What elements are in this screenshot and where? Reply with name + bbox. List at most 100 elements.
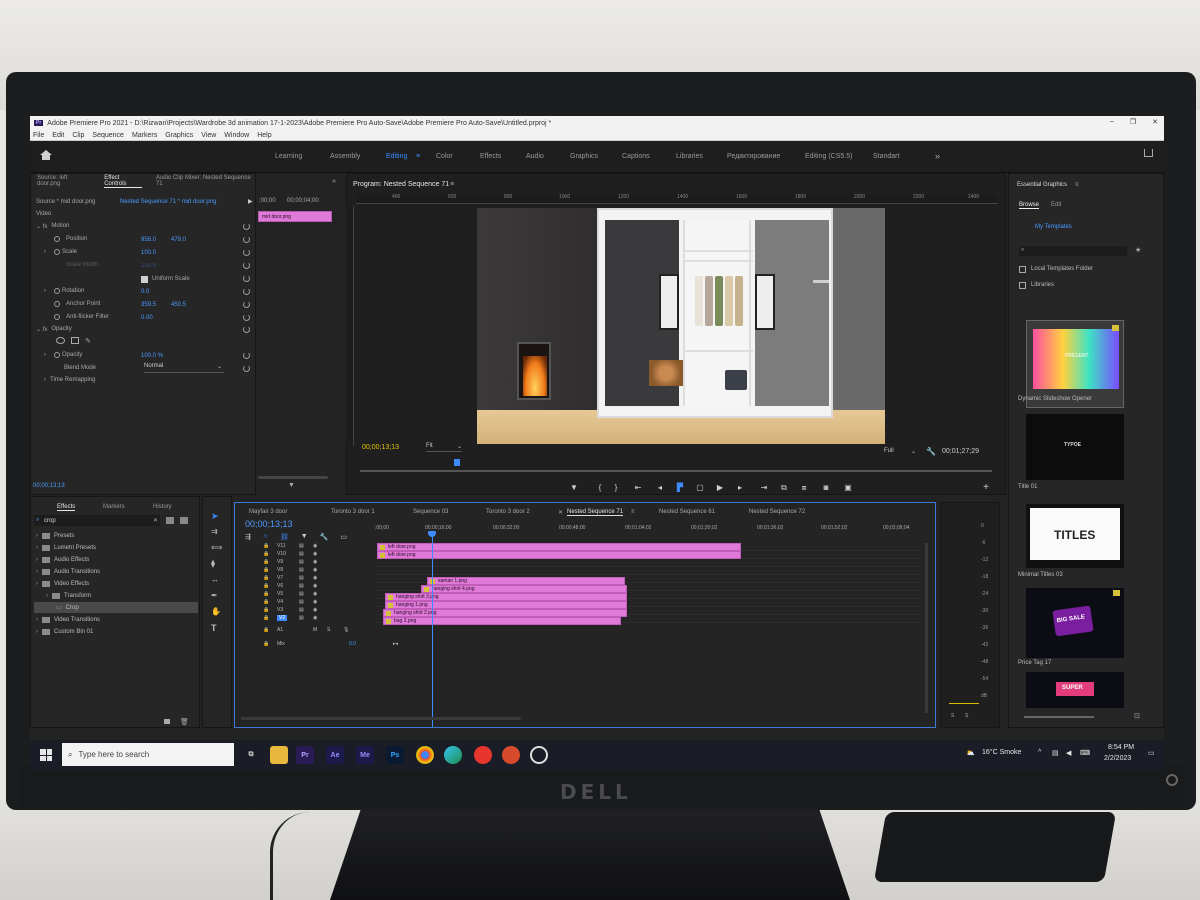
opacity-value[interactable]: 100.0 %	[141, 353, 163, 359]
play-icon[interactable]: ▶	[716, 484, 724, 492]
menu-help[interactable]: Help	[257, 132, 271, 139]
menu-edit[interactable]: Edit	[52, 132, 64, 139]
time-remap-expand-icon[interactable]: ›	[44, 377, 46, 383]
track-header[interactable]: 🔒 V8 ▤ ◉	[263, 567, 371, 575]
eg-tab-browse[interactable]: Browse	[1019, 202, 1040, 209]
position-stopwatch-icon[interactable]	[54, 236, 60, 242]
timeline-clip[interactable]: bag 2.png	[383, 617, 621, 625]
sync-lock-icon[interactable]: ▤	[299, 607, 304, 613]
razor-tool-icon[interactable]: ⧫	[211, 559, 215, 568]
timeline-clip[interactable]: saman 1.png	[427, 577, 625, 585]
track-name[interactable]: V6	[277, 583, 283, 589]
effects-tree-item[interactable]: › Lumetri Presets	[34, 542, 198, 553]
workspace-russian-editing[interactable]: Редактирование	[727, 153, 780, 160]
ec-time-remap-row[interactable]: › Time Remapping	[44, 375, 95, 385]
edge-icon[interactable]	[444, 746, 462, 764]
sync-lock-icon[interactable]: ▤	[299, 615, 304, 621]
program-playhead[interactable]	[454, 459, 460, 466]
insert-icon[interactable]: ⧉	[780, 484, 788, 492]
timeline-timecode[interactable]: 00;00;13;13	[245, 519, 293, 529]
opacity-stopwatch-icon[interactable]	[54, 352, 60, 358]
lock-icon[interactable]: 🔒	[263, 575, 269, 581]
eye-icon[interactable]: ◉	[313, 583, 317, 589]
ec-clip-bar[interactable]: mid door.png	[258, 211, 332, 222]
track-header[interactable]: 🔒 V3 ▤ ◉	[263, 607, 371, 615]
ec-motion-row[interactable]: ⌄ fx Motion	[36, 221, 69, 231]
home-icon[interactable]	[40, 150, 52, 160]
track-header[interactable]: 🔒 V7 ▤ ◉	[263, 575, 371, 583]
stop-icon[interactable]: ▢	[696, 484, 704, 492]
lock-icon[interactable]: 🔒	[263, 583, 269, 589]
effects-search[interactable]: ⌕ crop ✕	[34, 515, 160, 526]
position-x-value[interactable]: 958.0	[141, 237, 156, 243]
scale-reset-icon[interactable]	[243, 249, 250, 256]
eye-icon[interactable]: ◉	[313, 543, 317, 549]
lock-icon[interactable]: 🔒	[263, 607, 269, 613]
ec-sequence-label[interactable]: Nested Sequence 71 * mid door.png	[120, 199, 216, 205]
position-reset-icon[interactable]	[243, 236, 250, 243]
anchor-stopwatch-icon[interactable]	[54, 301, 60, 307]
slip-tool-icon[interactable]: ↔	[211, 575, 219, 584]
workspace-graphics[interactable]: Graphics	[570, 153, 598, 160]
clear-search-icon[interactable]: ✕	[153, 517, 158, 524]
template-minimal-titles[interactable]: TITLES	[1026, 504, 1124, 568]
ellipse-mask-icon[interactable]	[56, 337, 65, 344]
media-encoder-taskbar-icon[interactable]: Me	[356, 746, 374, 764]
libraries-checkbox[interactable]	[1019, 282, 1026, 289]
nest-toggle-icon[interactable]: ⇶	[245, 533, 251, 541]
network-icon[interactable]: ▤	[1052, 749, 1059, 757]
step-back-icon[interactable]: ◂	[656, 484, 664, 492]
task-view-icon[interactable]: ⧉	[242, 746, 260, 764]
eye-icon[interactable]: ◉	[313, 567, 317, 573]
tab-effects[interactable]: Effects	[57, 504, 76, 511]
taskbar-search[interactable]: ⌕ Type here to search	[62, 743, 234, 766]
windows-start-icon[interactable]	[40, 749, 52, 761]
ec-source-label[interactable]: Source * mid door.png	[36, 199, 95, 205]
type-tool-icon[interactable]: T	[211, 623, 217, 633]
file-explorer-icon[interactable]	[270, 746, 288, 764]
pen-tool-icon[interactable]: ✒	[211, 591, 218, 600]
track-name[interactable]: V7	[277, 575, 283, 581]
timeline-playhead-handle[interactable]	[428, 531, 436, 537]
eg-my-templates[interactable]: My Templates	[1035, 224, 1072, 230]
template-dynamic-slideshow[interactable]: PRESENT	[1026, 320, 1124, 408]
track-header[interactable]: 🔒 V11 ▤ ◉	[263, 543, 371, 551]
audio-track-header[interactable]: 🔒 A1 M S 🎙	[263, 627, 383, 637]
workspace-audio[interactable]: Audio	[526, 153, 544, 160]
playback-resolution-select[interactable]: Full ⌄	[884, 448, 920, 457]
eg-new-item-icon[interactable]: ⊡	[1134, 712, 1140, 720]
timeline-tab-mayfair[interactable]: Mayfair 3 door	[249, 509, 287, 515]
minimize-icon[interactable]: –	[1110, 118, 1114, 126]
mix-value[interactable]: 0.0	[349, 641, 356, 647]
toggle-proxies-icon[interactable]: ▛	[676, 484, 684, 492]
template-title-01[interactable]: TYPOE	[1026, 414, 1124, 480]
workspace-menu-icon[interactable]: ≡	[416, 153, 420, 160]
position-y-value[interactable]: 479.0	[171, 237, 186, 243]
clock-date[interactable]: 2/2/2023	[1104, 755, 1131, 762]
eye-icon[interactable]: ◉	[313, 559, 317, 565]
wrench-icon[interactable]: 🔧	[926, 447, 936, 456]
scale-expand-icon[interactable]: ›	[44, 249, 46, 255]
template-price-tag[interactable]: BIG SALE	[1026, 588, 1124, 658]
timeline-tab-sequence-03[interactable]: Sequence 03	[413, 509, 448, 515]
program-timecode[interactable]: 00;00;13;13	[362, 444, 399, 451]
timeline-clip[interactable]: hanging shirt 2.png	[383, 609, 627, 617]
new-bin-icon[interactable]	[164, 719, 170, 724]
effects-tree-item[interactable]: › Transform	[34, 590, 198, 601]
anchor-y-value[interactable]: 450.5	[171, 302, 186, 308]
track-name[interactable]: V2	[277, 615, 288, 621]
mic-icon[interactable]: 🎙	[343, 627, 349, 633]
timeline-clip[interactable]: hanging 1.png	[385, 601, 627, 609]
motion-reset-icon[interactable]	[243, 223, 250, 230]
track-name[interactable]: V9	[277, 559, 283, 565]
timeline-clip[interactable]: hanging shirt 3.png	[385, 593, 627, 601]
timeline-tab-close-icon[interactable]: ✕	[558, 509, 563, 516]
volume-icon[interactable]: ◀	[1066, 749, 1071, 757]
weather-icon[interactable]: ⛅	[966, 749, 975, 757]
lock-icon[interactable]: 🔒	[263, 543, 269, 549]
star-icon[interactable]: ★	[1135, 246, 1141, 254]
rotation-expand-icon[interactable]: ›	[44, 288, 46, 294]
track-header[interactable]: 🔒 V4 ▤ ◉	[263, 599, 371, 607]
zoom-fit-select[interactable]: Fit ⌄	[426, 443, 462, 452]
language-icon[interactable]: ⌨	[1080, 749, 1090, 757]
